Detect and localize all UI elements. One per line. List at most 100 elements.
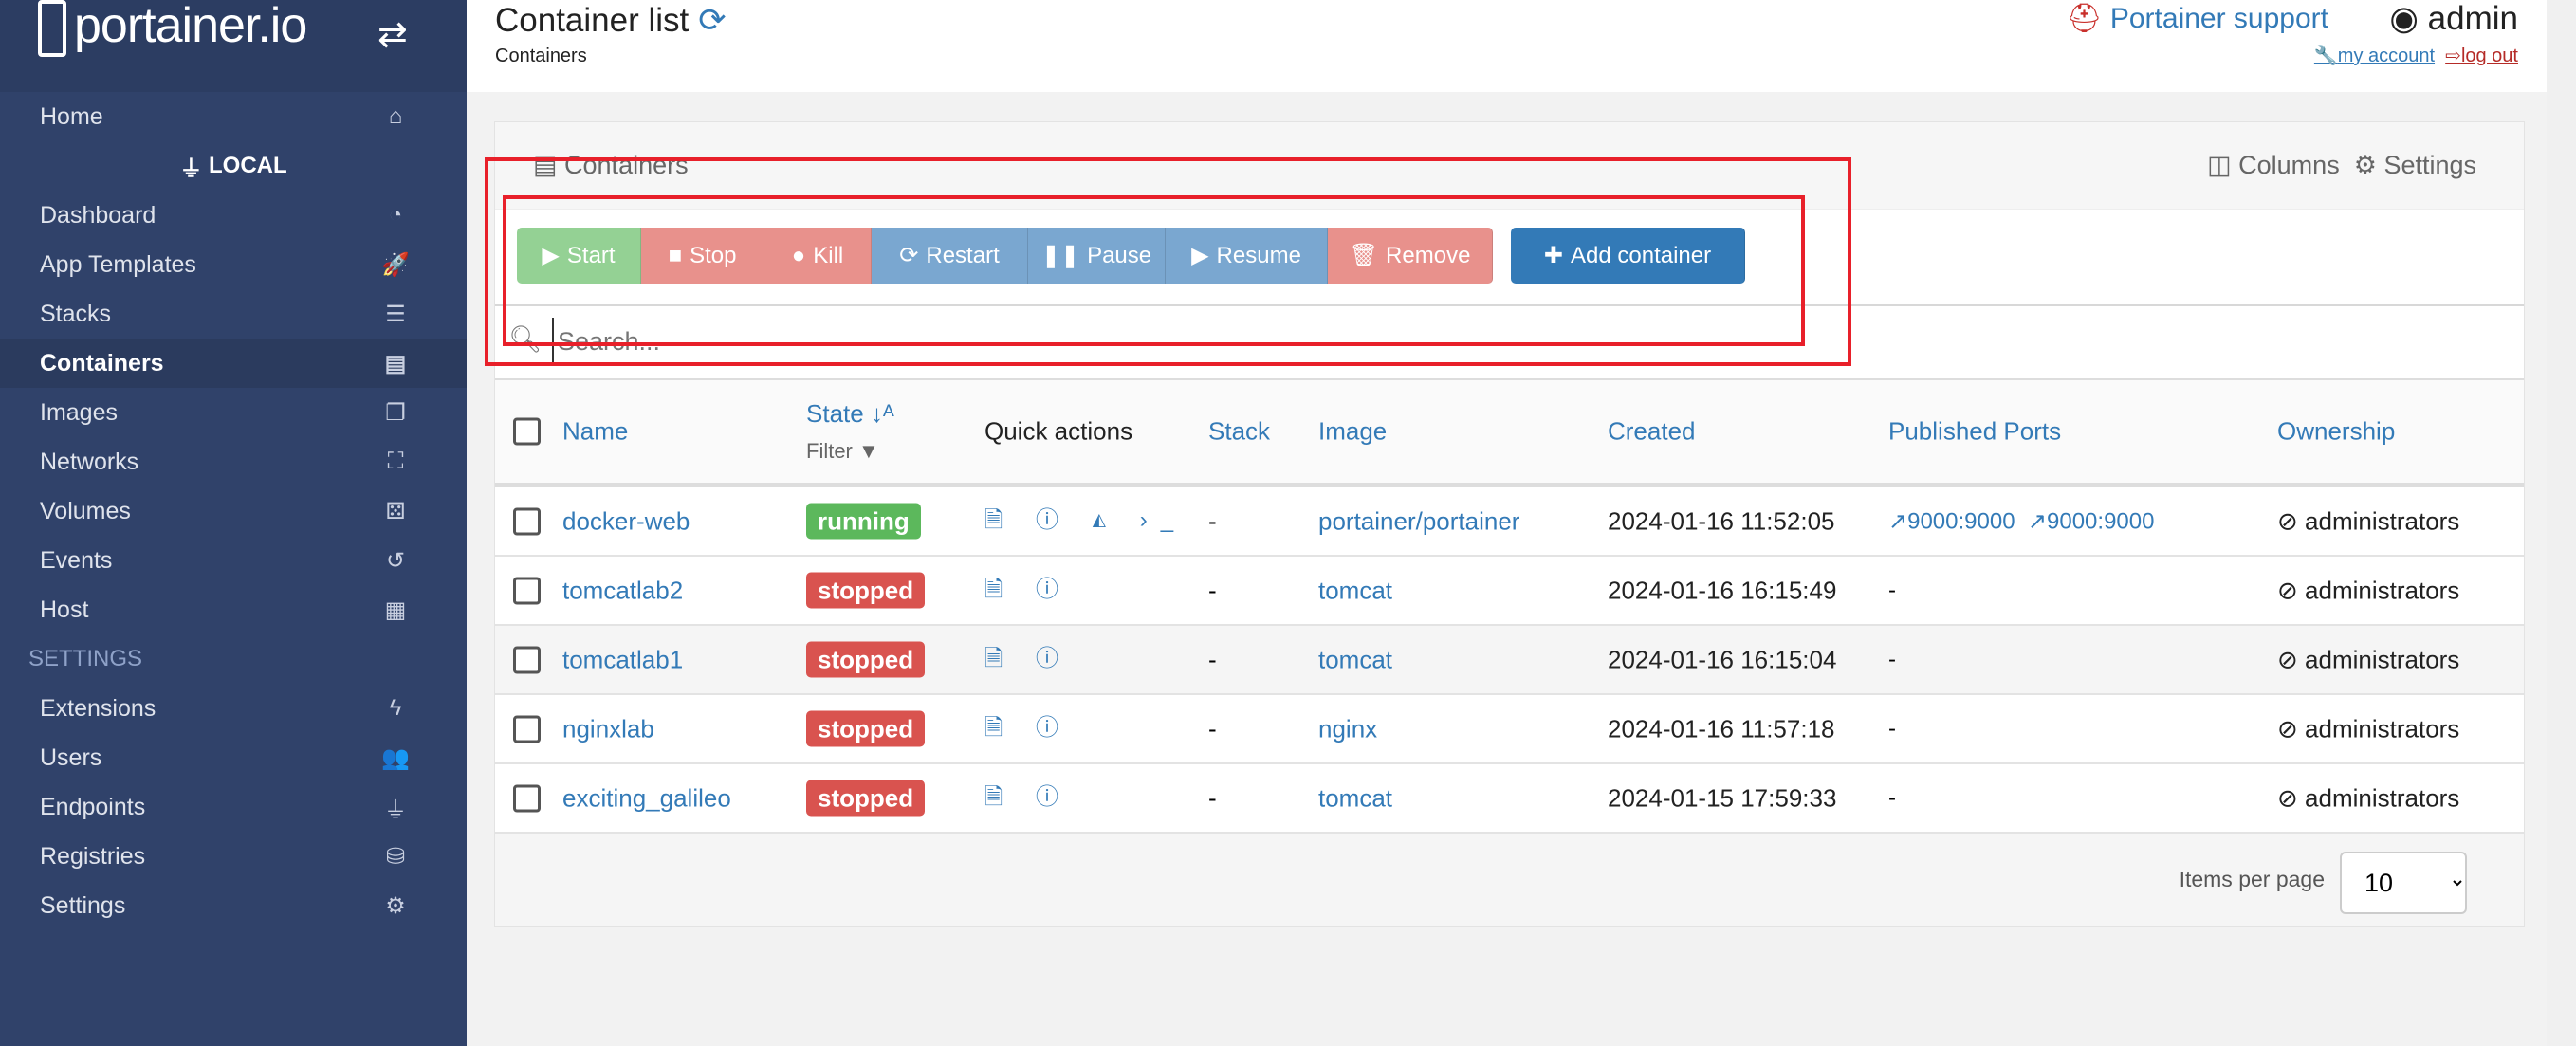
toggle-sidebar-icon[interactable]: ⇄ xyxy=(377,13,408,56)
sidebar-item-label: Images xyxy=(40,398,118,426)
container-name-link[interactable]: nginxlab xyxy=(562,714,654,743)
page-header: Container list ⟳ Containers ⛑ Portainer s… xyxy=(467,0,2547,92)
sitemap-icon: ⛶ xyxy=(387,449,404,474)
settings-button[interactable]: ⚙ Settings xyxy=(2354,151,2476,179)
home-icon: ⌂ xyxy=(388,103,403,129)
row-checkbox[interactable] xyxy=(513,507,541,535)
pagination: Items per page 10 xyxy=(495,833,2524,927)
header-stack[interactable]: Stack xyxy=(1208,417,1270,447)
sidebar-item-dashboard[interactable]: Dashboard ◔ xyxy=(0,191,467,240)
container-name-link[interactable]: exciting_galileo xyxy=(562,783,731,813)
row-checkbox[interactable] xyxy=(513,715,541,743)
filter-icon: ▼ xyxy=(858,439,879,463)
created-cell: 2024-01-16 11:57:18 xyxy=(1608,714,1835,743)
image-link[interactable]: tomcat xyxy=(1318,645,1392,674)
eye-slash-icon: ⊘ xyxy=(2277,576,2298,604)
sidebar-item-stacks[interactable]: Stacks ☰ xyxy=(0,289,467,339)
header-image[interactable]: Image xyxy=(1318,417,1387,447)
sidebar-item-settings[interactable]: Settings ⚙ xyxy=(0,881,467,930)
external-link-icon: ↗ xyxy=(2027,508,2048,534)
sidebar-item-users[interactable]: Users 👥 xyxy=(0,733,467,782)
stack-cell: - xyxy=(1208,506,1217,535)
table-header: Name State ↓ᴬ Filter ▼ Quick actions Sta… xyxy=(495,378,2524,487)
port-link[interactable]: ↗9000:9000 xyxy=(1888,508,2015,534)
image-link[interactable]: tomcat xyxy=(1318,576,1392,605)
image-link[interactable]: nginx xyxy=(1318,714,1377,743)
page-title: Container list ⟳ xyxy=(495,2,727,39)
scrollbar[interactable] xyxy=(2547,0,2576,1046)
header-ports[interactable]: Published Ports xyxy=(1888,417,2061,447)
my-account-link[interactable]: 🔧my account xyxy=(2314,46,2435,66)
header-state[interactable]: State ↓ᴬ xyxy=(806,399,894,429)
sidebar-item-label: Containers xyxy=(40,349,164,376)
server-icon: ▤ xyxy=(384,350,407,376)
sidebar-item-label: Users xyxy=(40,743,102,771)
sidebar-item-extensions[interactable]: Extensions ϟ xyxy=(0,684,467,733)
created-cell: 2024-01-16 16:15:49 xyxy=(1608,576,1837,604)
sidebar-item-images[interactable]: Images ❐ xyxy=(0,388,467,437)
items-per-page-label: Items per page xyxy=(2179,867,2325,891)
quick-actions[interactable]: 🗎 ⓘ xyxy=(984,639,1072,681)
sidebar-item-label: Stacks xyxy=(40,300,112,327)
sidebar-item-label: Home xyxy=(40,102,103,130)
quick-actions[interactable]: 🗎 ⓘ xyxy=(984,708,1072,750)
image-link[interactable]: portainer/portainer xyxy=(1318,506,1519,536)
header-name[interactable]: Name xyxy=(562,417,628,447)
header-ownership[interactable]: Ownership xyxy=(2277,417,2395,447)
quick-actions[interactable]: 🗎 ⓘ xyxy=(984,778,1072,819)
quick-actions[interactable]: 🗎 ⓘ ◭ ›_ xyxy=(984,501,1187,542)
log-out-link[interactable]: ⇨log out xyxy=(2445,46,2518,66)
quick-actions[interactable]: 🗎 ⓘ xyxy=(984,570,1072,612)
sidebar-item-containers[interactable]: Containers ▤ xyxy=(0,339,467,388)
status-badge: stopped xyxy=(806,572,926,608)
header-quick-actions: Quick actions xyxy=(984,416,1133,446)
highlight-box-inner xyxy=(503,195,1805,346)
settings-section-header: SETTINGS xyxy=(28,646,143,671)
external-link-icon: ↗ xyxy=(1888,508,1908,534)
history-icon: ↺ xyxy=(385,547,406,574)
container-name-link[interactable]: tomcatlab2 xyxy=(562,576,683,605)
table-row: tomcatlab2 stopped 🗎 ⓘ - tomcat 2024-01-… xyxy=(495,557,2524,626)
user-name: ◉ admin xyxy=(2389,0,2518,37)
portainer-support-link[interactable]: ⛑ Portainer support xyxy=(2066,2,2328,35)
eye-slash-icon: ⊘ xyxy=(2277,714,2298,743)
sidebar: portainer.io ⇄ Home ⌂ ⏚ LOCAL Dashboard ◔ App… xyxy=(0,0,467,1046)
sidebar-item-home[interactable]: Home ⌂ xyxy=(0,92,467,141)
th-icon: ▦ xyxy=(384,596,407,623)
port-link[interactable]: ↗9000:9000 xyxy=(2028,508,2155,534)
state-filter[interactable]: Filter ▼ xyxy=(806,439,879,464)
refresh-icon[interactable]: ⟳ xyxy=(698,2,726,39)
brand[interactable]: portainer.io ⇄ xyxy=(0,0,467,92)
created-cell: 2024-01-15 17:59:33 xyxy=(1608,783,1837,812)
container-name-link[interactable]: docker-web xyxy=(562,506,690,536)
sidebar-item-networks[interactable]: Networks ⛶ xyxy=(0,437,467,486)
eye-slash-icon: ⊘ xyxy=(2277,645,2298,673)
eye-slash-icon: ⊘ xyxy=(2277,506,2298,535)
row-checkbox[interactable] xyxy=(513,577,541,604)
clone-icon: ❐ xyxy=(385,399,406,426)
table-row: exciting_galileo stopped 🗎 ⓘ - tomcat 20… xyxy=(495,764,2524,834)
sidebar-item-app-templates[interactable]: App Templates 🚀 xyxy=(0,240,467,289)
container-name-link[interactable]: tomcatlab1 xyxy=(562,645,683,674)
stack-cell: - xyxy=(1208,783,1217,812)
sidebar-item-label: Networks xyxy=(40,448,139,475)
sidebar-item-label: App Templates xyxy=(40,250,196,278)
sort-icon: ↓ᴬ xyxy=(863,399,894,428)
items-per-page-select[interactable]: 10 xyxy=(2340,852,2467,914)
users-icon: 👥 xyxy=(381,744,410,771)
sidebar-item-registries[interactable]: Registries ⛁ xyxy=(0,832,467,881)
select-all-checkbox[interactable] xyxy=(513,417,541,446)
sidebar-item-volumes[interactable]: Volumes ⚄ xyxy=(0,486,467,536)
row-checkbox[interactable] xyxy=(513,784,541,812)
sidebar-item-events[interactable]: Events ↺ xyxy=(0,536,467,585)
ownership-cell: ⊘ administrators xyxy=(2277,506,2460,535)
created-cell: 2024-01-16 11:52:05 xyxy=(1608,506,1835,535)
sidebar-item-host[interactable]: Host ▦ xyxy=(0,585,467,634)
status-badge: stopped xyxy=(806,780,926,816)
row-checkbox[interactable] xyxy=(513,646,541,673)
eye-slash-icon: ⊘ xyxy=(2277,783,2298,812)
columns-button[interactable]: ◫ Columns xyxy=(2207,151,2340,179)
sidebar-item-endpoints[interactable]: Endpoints ⏚ xyxy=(0,782,467,832)
image-link[interactable]: tomcat xyxy=(1318,783,1392,813)
header-created[interactable]: Created xyxy=(1608,417,1696,447)
